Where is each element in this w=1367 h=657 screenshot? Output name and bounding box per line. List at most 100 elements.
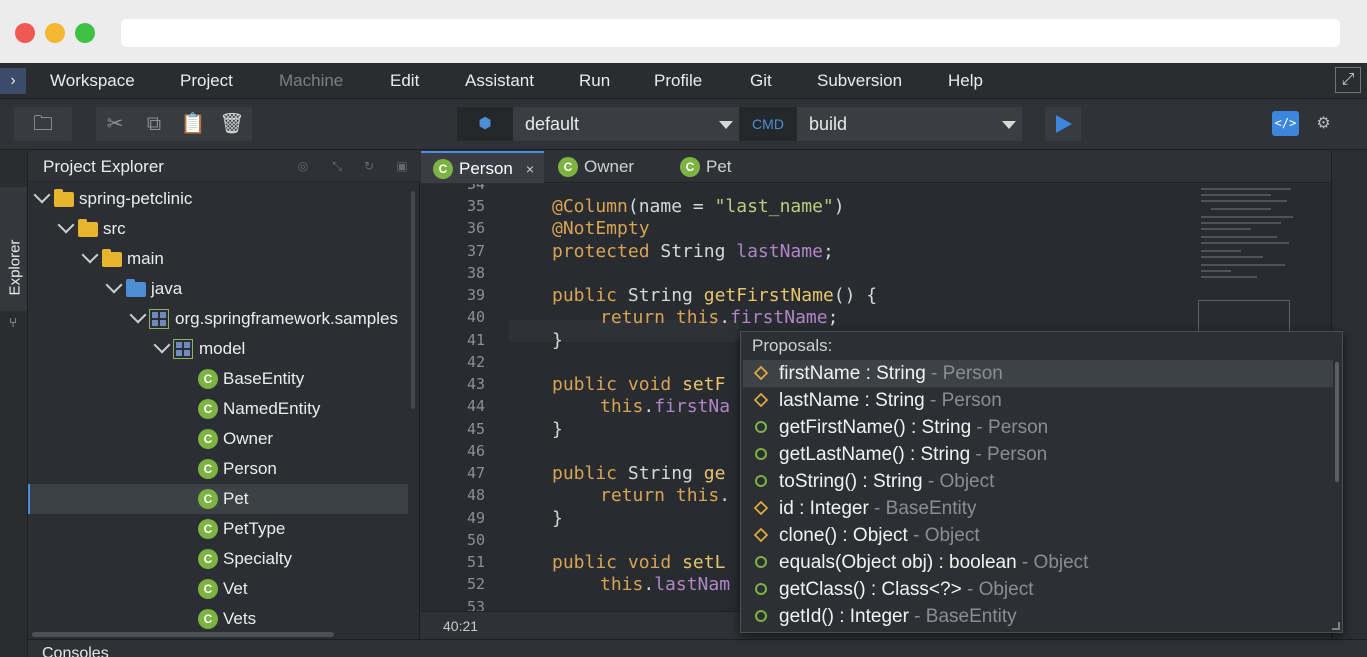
proposal-item[interactable]: equals(Object obj) : boolean - Object bbox=[743, 549, 1333, 576]
proposal-owner: - Object bbox=[907, 525, 980, 546]
class-icon: C bbox=[558, 157, 578, 177]
code-line-45: } bbox=[552, 419, 563, 441]
code-line-44: this.firstNa bbox=[600, 396, 730, 418]
code-text: } bbox=[552, 419, 563, 440]
tree-item-class[interactable]: C NamedEntity bbox=[28, 394, 408, 424]
tab-person[interactable]: C Person × bbox=[421, 151, 544, 183]
minimize-window-button[interactable] bbox=[45, 23, 65, 43]
tree-item-class[interactable]: C Specialty bbox=[28, 544, 408, 574]
field-icon bbox=[753, 365, 769, 381]
code-text: ) bbox=[833, 196, 845, 217]
menu-workspace[interactable]: Workspace bbox=[50, 63, 135, 99]
code-text: (name = bbox=[627, 196, 715, 217]
proposal-item[interactable]: firstName : String - Person bbox=[743, 360, 1333, 387]
tree-item-model[interactable]: model bbox=[28, 334, 408, 364]
keyword: this bbox=[675, 307, 720, 328]
tree-item-class[interactable]: C Owner bbox=[28, 424, 408, 454]
code-view-icon[interactable]: </> bbox=[1272, 111, 1299, 136]
proposal-item[interactable]: lastName : String - Person bbox=[743, 387, 1333, 414]
method-name: setL bbox=[682, 552, 726, 573]
cursor-position: 40:21 bbox=[443, 618, 479, 634]
command-select[interactable]: build bbox=[797, 107, 1022, 141]
tree-item-class[interactable]: C Vets bbox=[28, 604, 408, 630]
minimap-viewport[interactable] bbox=[1198, 300, 1290, 334]
code-line-49: } bbox=[552, 508, 563, 530]
refresh-icon[interactable]: ↻ bbox=[361, 158, 377, 174]
tree-item-main[interactable]: main bbox=[28, 244, 408, 274]
run-button[interactable] bbox=[1045, 107, 1081, 141]
menu-machine[interactable]: Machine bbox=[279, 63, 343, 99]
tree-item-class[interactable]: C PetType bbox=[28, 514, 408, 544]
new-folder-icon[interactable]: 🗀 bbox=[26, 107, 60, 141]
tree-item-class[interactable]: C Vet bbox=[28, 574, 408, 604]
tree-item-package[interactable]: org.springframework.samples bbox=[28, 304, 408, 334]
close-window-button[interactable] bbox=[15, 23, 35, 43]
menu-toggle-icon[interactable]: › bbox=[0, 68, 26, 94]
menu-project[interactable]: Project bbox=[180, 63, 233, 99]
proposal-item[interactable]: getClass() : Class<?> - Object bbox=[743, 576, 1333, 603]
minimap-line bbox=[1201, 256, 1263, 258]
tree-item-class-selected[interactable]: C Pet bbox=[28, 484, 408, 514]
tree-item-class[interactable]: C BaseEntity bbox=[28, 364, 408, 394]
minimap-line bbox=[1201, 200, 1287, 202]
menu-run[interactable]: Run bbox=[579, 63, 610, 99]
proposal-signature: clone() : Object bbox=[779, 525, 908, 546]
maximize-window-button[interactable] bbox=[75, 23, 95, 43]
minimap[interactable] bbox=[1197, 184, 1309, 334]
address-bar[interactable] bbox=[121, 19, 1340, 47]
proposal-item[interactable]: getLastName() : String - Person bbox=[743, 441, 1333, 468]
proposals-popup: Proposals: firstName : String - Person l… bbox=[740, 331, 1343, 633]
tree-item-spring-petclinic[interactable]: spring-petclinic bbox=[28, 184, 408, 214]
method-name: ge bbox=[703, 463, 726, 484]
explorer-horizontal-scrollbar[interactable] bbox=[32, 632, 334, 637]
code-line-43: public void setF bbox=[552, 374, 725, 396]
proposal-item[interactable]: clone() : Object - Object bbox=[743, 522, 1333, 549]
project-explorer: Project Explorer ◎ ⤡ ↻ ▣ spring-petclini… bbox=[28, 151, 420, 639]
menu-edit[interactable]: Edit bbox=[390, 63, 419, 99]
resize-handle-icon[interactable] bbox=[1332, 622, 1340, 630]
tree-item-src[interactable]: src bbox=[28, 214, 408, 244]
tree-item-class[interactable]: C Person bbox=[28, 454, 408, 484]
tree-item-label: Vets bbox=[223, 609, 257, 628]
class-icon: C bbox=[198, 549, 218, 569]
menu-help[interactable]: Help bbox=[948, 63, 983, 99]
tree-item-java[interactable]: java bbox=[28, 274, 408, 304]
explorer-vertical-scrollbar[interactable] bbox=[411, 191, 415, 409]
proposal-item[interactable]: toString() : String - Object bbox=[743, 468, 1333, 495]
proposal-item[interactable]: getFirstName() : String - Person bbox=[743, 414, 1333, 441]
copy-icon[interactable]: ⧉ bbox=[137, 107, 171, 141]
tab-owner[interactable]: C Owner bbox=[546, 151, 666, 183]
cut-icon[interactable]: ✂ bbox=[98, 107, 132, 141]
tree-item-label: BaseEntity bbox=[223, 369, 305, 388]
proposal-item[interactable]: id : Integer - BaseEntity bbox=[743, 495, 1333, 522]
toolbar: 🗀 ✂ ⧉ 📋 🗑 ⬢ default CMD build </> ⚙ bbox=[0, 99, 1367, 150]
menu-assistant[interactable]: Assistant bbox=[465, 63, 534, 99]
paste-icon[interactable]: 📋 bbox=[176, 107, 210, 141]
cmd-label: CMD bbox=[739, 107, 797, 141]
explorer-side-tab[interactable]: Explorer ⑂ bbox=[0, 187, 27, 330]
target-icon[interactable]: ◎ bbox=[295, 158, 311, 174]
machine-select-value: default bbox=[525, 114, 580, 134]
fullscreen-icon[interactable]: ⤢ bbox=[1335, 67, 1361, 93]
new-group: 🗀 bbox=[14, 107, 72, 141]
method-name: setF bbox=[682, 374, 726, 395]
menu-profile[interactable]: Profile bbox=[654, 63, 702, 99]
minimap-line bbox=[1201, 270, 1231, 272]
machine-select[interactable]: default bbox=[513, 107, 739, 141]
proposals-scrollbar[interactable] bbox=[1335, 362, 1339, 482]
consoles-title[interactable]: Consoles bbox=[42, 644, 109, 657]
collapse-icon[interactable]: ⤡ bbox=[329, 158, 345, 174]
menu-subversion[interactable]: Subversion bbox=[817, 63, 902, 99]
proposal-owner: - Person bbox=[925, 363, 1003, 384]
editor-tabs: C Person × C Owner C Pet bbox=[421, 151, 1331, 183]
minimize-panel-icon[interactable]: ▣ bbox=[394, 158, 410, 174]
delete-icon[interactable]: 🗑 bbox=[215, 107, 249, 141]
proposal-item[interactable]: getId() : Integer - BaseEntity bbox=[743, 603, 1333, 630]
menu-git[interactable]: Git bbox=[750, 63, 772, 99]
machines-icon[interactable]: ⚙ bbox=[1310, 111, 1337, 136]
tab-pet[interactable]: C Pet bbox=[668, 151, 762, 183]
close-icon[interactable]: × bbox=[526, 153, 534, 185]
explorer-header: Project Explorer ◎ ⤡ ↻ ▣ bbox=[28, 151, 420, 182]
